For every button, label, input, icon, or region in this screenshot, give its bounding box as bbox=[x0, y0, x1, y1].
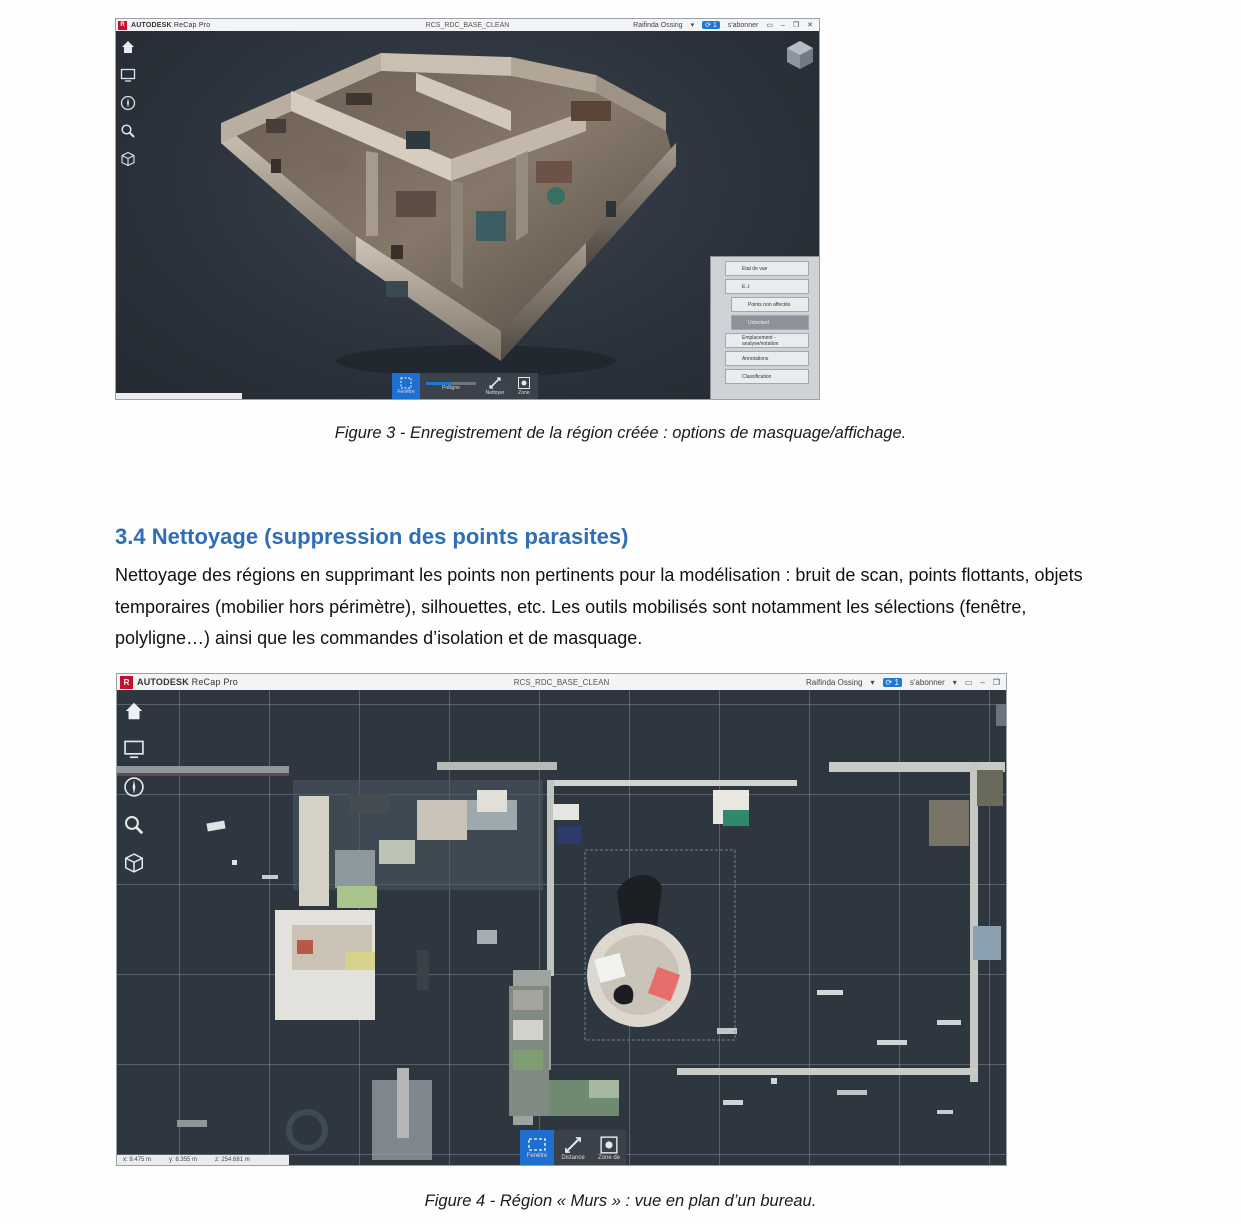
chevron-down-icon[interactable]: ▾ bbox=[871, 678, 875, 687]
status-x: x: 9.475 m bbox=[123, 1157, 152, 1163]
status-bar bbox=[116, 393, 242, 399]
tool-polyligne[interactable]: Polligne bbox=[422, 373, 480, 399]
tool-fenetre[interactable]: Fenêtre bbox=[392, 373, 420, 399]
tool-label: Zone bbox=[518, 390, 530, 396]
region-icon bbox=[518, 377, 530, 389]
layer-row[interactable]: Points non affectés bbox=[731, 297, 809, 312]
display-icon[interactable] bbox=[123, 738, 145, 760]
app-badge: R bbox=[120, 675, 133, 689]
measure-icon bbox=[565, 1136, 581, 1153]
navigation-bar bbox=[123, 700, 145, 874]
tool-zone[interactable]: Zone de bbox=[592, 1130, 626, 1165]
window-select-icon bbox=[528, 1137, 546, 1151]
layer-row[interactable]: E..t bbox=[725, 279, 809, 294]
point-cloud-plan-view[interactable] bbox=[117, 690, 1006, 1165]
tool-label: Zone de bbox=[597, 1154, 621, 1161]
chat-icon[interactable]: ▭ bbox=[965, 678, 973, 687]
home-icon[interactable] bbox=[123, 700, 145, 722]
cube-icon[interactable] bbox=[123, 852, 145, 874]
figure3-viewport[interactable]: Etat de vue E..t Points non affectés Unl… bbox=[116, 31, 819, 399]
layer-row-selected[interactable]: Unlocked bbox=[731, 315, 809, 330]
restore-icon[interactable]: ❐ bbox=[993, 678, 1000, 687]
tool-fenetre[interactable]: Fenêtre bbox=[520, 1130, 554, 1165]
tool-label: Nettoyer bbox=[485, 390, 505, 396]
layer-row[interactable]: Annotations bbox=[725, 351, 809, 366]
measure-icon bbox=[489, 377, 501, 389]
zoom-icon[interactable] bbox=[123, 814, 145, 836]
tool-zone[interactable]: Zone bbox=[510, 373, 538, 399]
cloud-badge[interactable]: ⟳ 1 bbox=[882, 677, 902, 687]
region-icon bbox=[600, 1135, 618, 1154]
layer-row[interactable]: Classification bbox=[725, 369, 809, 384]
restore-icon[interactable]: ❐ bbox=[793, 21, 799, 29]
bottom-toolbar: Fenêtre Polligne Nettoyer Zone bbox=[392, 373, 538, 399]
chevron-down-icon[interactable]: ▾ bbox=[953, 678, 957, 687]
user-name[interactable]: Raifinda Ossing bbox=[806, 678, 862, 687]
layers-panel: Etat de vue E..t Points non affectés Unl… bbox=[710, 256, 819, 399]
section-heading: 3.4 Nettoyage (suppression des points pa… bbox=[115, 524, 629, 549]
tool-label: Distance bbox=[561, 1154, 585, 1161]
orbit-icon[interactable] bbox=[123, 776, 145, 798]
minimize-icon[interactable]: – bbox=[980, 678, 984, 687]
app-brand: AUTODESK ReCap Pro bbox=[137, 677, 238, 687]
cloud-badge[interactable]: ⟳ 1 bbox=[702, 21, 720, 29]
slider-track[interactable] bbox=[426, 381, 476, 385]
window-select-icon bbox=[400, 377, 412, 389]
status-bar: x: 9.475 m y: 8.355 m z: 254.681 m bbox=[117, 1155, 289, 1165]
layer-row[interactable]: Etat de vue bbox=[725, 261, 809, 276]
figure4-viewport[interactable]: Fenêtre Distance Zone de x: 9.475 m y: 8… bbox=[117, 690, 1006, 1165]
minimize-icon[interactable]: – bbox=[781, 22, 785, 29]
tool-label: Polligne bbox=[442, 384, 460, 391]
chevron-down-icon[interactable]: ▾ bbox=[691, 21, 695, 29]
close-icon[interactable]: ✕ bbox=[807, 21, 813, 29]
subscribe-link[interactable]: s'abonner bbox=[728, 22, 759, 29]
figure4-caption: Figure 4 - Région « Murs » : vue en plan… bbox=[424, 1192, 817, 1210]
tool-distance[interactable]: Distance bbox=[556, 1130, 590, 1165]
slider-fill bbox=[426, 381, 452, 385]
panel-toggle-button[interactable] bbox=[996, 704, 1006, 726]
section-paragraph: Nettoyage des régions en supprimant les … bbox=[115, 565, 1083, 648]
file-name: RCS_RDC_BASE_CLEAN bbox=[425, 21, 510, 29]
titlebar-right: Raifinda Ossing ▾ ⟳ 1 s'abonner ▭ – ❐ ✕ bbox=[633, 21, 813, 29]
tool-label: Fenêtre bbox=[397, 389, 415, 395]
tool-label: Fenêtre bbox=[526, 1152, 548, 1159]
chat-icon[interactable]: ▭ bbox=[766, 21, 773, 29]
subscribe-link[interactable]: s'abonner bbox=[910, 678, 945, 687]
figure4-screenshot: R AUTODESK ReCap Pro RCS_RDC_BASE_CLEAN … bbox=[116, 673, 1007, 1166]
bottom-toolbar: Fenêtre Distance Zone de bbox=[520, 1130, 626, 1165]
figure4-titlebar: R AUTODESK ReCap Pro RCS_RDC_BASE_CLEAN … bbox=[117, 674, 1006, 691]
titlebar-right: Raifinda Ossing ▾ ⟳ 1 s'abonner ▾ ▭ – ❐ bbox=[806, 677, 1000, 687]
file-name: RCS_RDC_BASE_CLEAN bbox=[513, 677, 610, 687]
app-badge: R bbox=[118, 20, 127, 30]
layer-row[interactable]: Emplacement - analyse/notation bbox=[725, 333, 809, 348]
status-y: y: 8.355 m bbox=[169, 1157, 198, 1163]
app-brand: AUTODESK ReCap Pro bbox=[131, 21, 211, 29]
figure3-caption: Figure 3 - Enregistrement de la région c… bbox=[334, 424, 907, 442]
figure3-screenshot: R AUTODESK ReCap Pro RCS_RDC_BASE_CLEAN … bbox=[115, 18, 820, 400]
status-z: z: 254.681 m bbox=[215, 1157, 250, 1163]
user-name[interactable]: Raifinda Ossing bbox=[633, 22, 682, 29]
tool-nettoyer[interactable]: Nettoyer bbox=[482, 373, 508, 399]
